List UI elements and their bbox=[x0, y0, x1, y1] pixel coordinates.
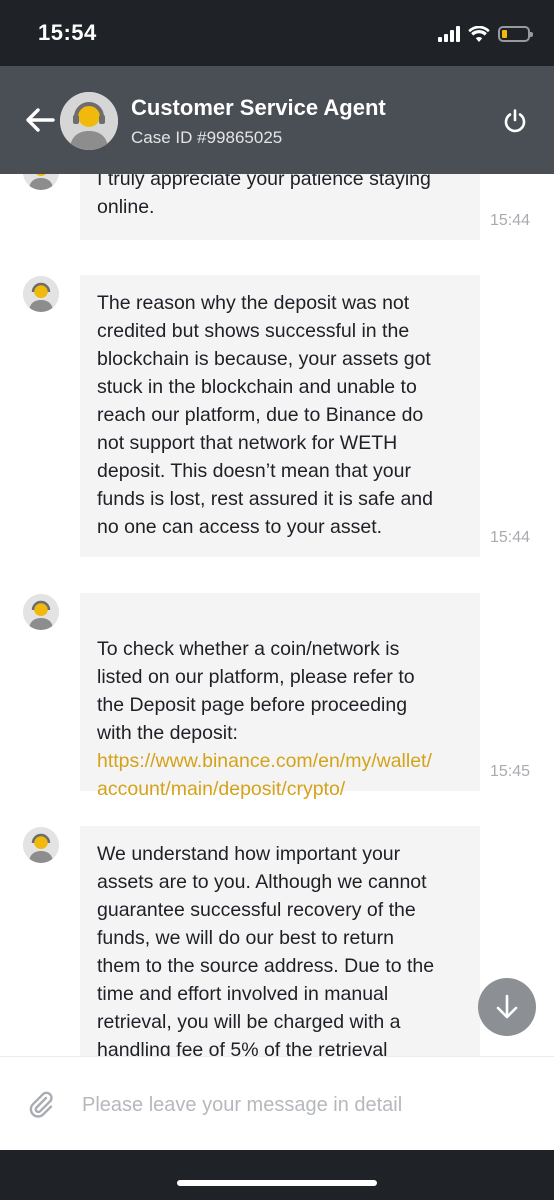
paperclip-icon[interactable] bbox=[26, 1089, 56, 1119]
agent-avatar bbox=[60, 92, 118, 150]
case-id: Case ID #99865025 bbox=[131, 128, 283, 147]
message-text: To check whether a coin/network is liste… bbox=[97, 607, 466, 831]
message-bubble: We understand how important your assets … bbox=[80, 826, 480, 1056]
scroll-to-bottom-button[interactable] bbox=[478, 978, 536, 1036]
bottom-bar bbox=[0, 1150, 554, 1200]
status-icons bbox=[438, 22, 533, 46]
message-input[interactable] bbox=[82, 1085, 522, 1125]
agent-avatar-icon bbox=[60, 92, 118, 150]
message-time: 15:44 bbox=[489, 529, 530, 546]
message-body: To check whether a coin/network is liste… bbox=[97, 638, 415, 744]
message-time: 15:44 bbox=[489, 212, 530, 229]
power-icon[interactable] bbox=[502, 108, 528, 134]
deposit-page-link[interactable]: https://www.binance.com/en/my/wallet/ ac… bbox=[97, 747, 466, 803]
arrow-down-icon bbox=[496, 994, 518, 1019]
wifi-icon bbox=[468, 25, 490, 42]
status-bar: 15:54 bbox=[0, 0, 554, 66]
arrow-left-icon[interactable] bbox=[22, 102, 58, 138]
status-time: 15:54 bbox=[38, 20, 97, 45]
message-composer bbox=[0, 1056, 554, 1150]
signal-icon bbox=[438, 26, 460, 42]
agent-name: Customer Service Agent bbox=[131, 95, 386, 120]
agent-avatar-small bbox=[23, 174, 59, 190]
agent-avatar-small bbox=[23, 594, 59, 630]
message-bubble: I truly appreciate your patience staying… bbox=[80, 174, 530, 240]
message-time: 15:45 bbox=[489, 763, 530, 780]
home-indicator bbox=[177, 1180, 377, 1186]
message-bubble: The reason why the deposit was not credi… bbox=[80, 275, 530, 557]
message-text: We understand how important your assets … bbox=[97, 843, 435, 1056]
message-text: The reason why the deposit was not credi… bbox=[97, 292, 433, 538]
message-bubble: To check whether a coin/network is liste… bbox=[80, 593, 530, 800]
message-text: I truly appreciate your patience staying… bbox=[97, 174, 431, 218]
chat-header: Customer Service Agent Case ID #99865025 bbox=[0, 66, 554, 174]
battery-icon bbox=[498, 26, 533, 42]
agent-avatar-small bbox=[23, 276, 59, 312]
agent-avatar-small bbox=[23, 827, 59, 863]
chat-messages[interactable]: I truly appreciate your patience staying… bbox=[0, 174, 554, 1056]
